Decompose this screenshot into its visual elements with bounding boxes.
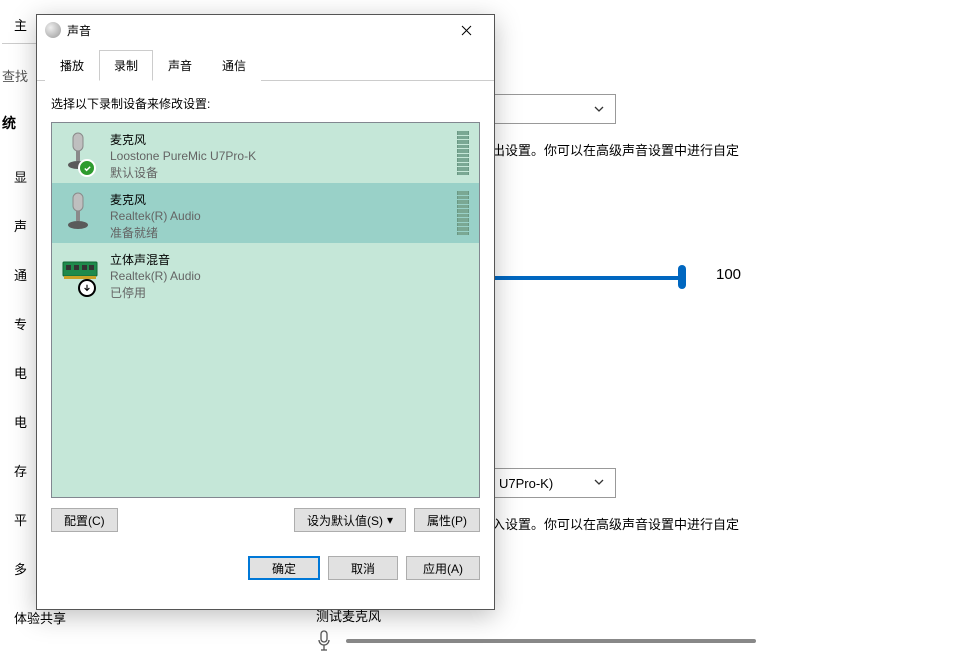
- sidebar-item[interactable]: 通: [0, 259, 36, 290]
- device-description: Loostone PureMic U7Pro-K: [110, 149, 451, 163]
- volume-value: 100: [716, 266, 741, 283]
- tab-recording[interactable]: 录制: [99, 50, 153, 81]
- apply-button[interactable]: 应用(A): [406, 556, 480, 580]
- device-status: 准备就绪: [110, 224, 451, 241]
- sidebar-item[interactable]: 多: [0, 553, 36, 584]
- close-icon: [461, 25, 472, 36]
- dialog-actions: 确定 取消 应用(A): [37, 544, 494, 580]
- device-actions-row: 配置(C) 设为默认值(S) ▾ 属性(P): [51, 508, 480, 532]
- disabled-badge-icon: [78, 279, 96, 297]
- device-name: 麦克风: [110, 191, 451, 208]
- device-item[interactable]: 麦克风 Realtek(R) Audio 准备就绪: [52, 183, 479, 243]
- sidebar-search-partial[interactable]: 查找: [0, 60, 36, 91]
- device-icon-wrap: [62, 251, 102, 295]
- device-list[interactable]: 麦克风 Loostone PureMic U7Pro-K 默认设备: [51, 122, 480, 498]
- dropdown-arrow-icon: ▾: [387, 513, 393, 527]
- dialog-title: 声音: [67, 22, 446, 39]
- device-text: 麦克风 Realtek(R) Audio 准备就绪: [110, 191, 451, 241]
- input-description-partial: 入设置。你可以在高级声音设置中进行自定: [492, 514, 739, 533]
- close-button[interactable]: [446, 16, 486, 44]
- set-default-button[interactable]: 设为默认值(S) ▾: [294, 508, 406, 532]
- microphone-icon: [62, 191, 94, 231]
- output-device-dropdown[interactable]: [492, 94, 616, 124]
- chevron-down-icon: [593, 476, 605, 488]
- pcb-icon: [62, 259, 98, 281]
- sidebar-item[interactable]: 体验共享: [0, 602, 36, 633]
- device-icon-wrap: [62, 131, 102, 175]
- ok-button[interactable]: 确定: [248, 556, 320, 580]
- input-device-dropdown[interactable]: U7Pro-K): [492, 468, 616, 498]
- tab-playback[interactable]: 播放: [45, 50, 99, 81]
- sidebar-item[interactable]: 电: [0, 357, 36, 388]
- sidebar-item[interactable]: 声: [0, 210, 36, 241]
- default-badge-icon: [78, 159, 96, 177]
- device-status: 已停用: [110, 284, 469, 301]
- settings-sidebar: 主 查找 统 显 声 通 专 电 电 存 平 多 体验共享: [0, 0, 36, 660]
- test-microphone-row: [316, 630, 756, 652]
- device-status: 默认设备: [110, 164, 451, 181]
- sidebar-item[interactable]: 存: [0, 455, 36, 486]
- sidebar-item-home[interactable]: 主: [0, 9, 36, 40]
- volume-slider-track[interactable]: [492, 276, 683, 280]
- microphone-level-bar: [346, 639, 756, 643]
- level-meter: [457, 191, 469, 235]
- device-description: Realtek(R) Audio: [110, 209, 451, 223]
- device-text: 立体声混音 Realtek(R) Audio 已停用: [110, 251, 469, 301]
- sidebar-heading-partial: 统: [0, 107, 36, 139]
- output-description-partial: 出设置。你可以在高级声音设置中进行自定: [492, 140, 739, 159]
- instruction-text: 选择以下录制设备来修改设置:: [51, 95, 480, 112]
- sound-icon: [45, 22, 61, 38]
- sound-dialog: 声音 播放 录制 声音 通信 选择以下录制设备来修改设置:: [36, 14, 495, 610]
- device-icon-wrap: [62, 191, 102, 235]
- dialog-titlebar[interactable]: 声音: [37, 15, 494, 45]
- sidebar-item[interactable]: 电: [0, 406, 36, 437]
- microphone-icon: [316, 630, 332, 652]
- tab-sounds[interactable]: 声音: [153, 50, 207, 81]
- device-name: 立体声混音: [110, 251, 469, 268]
- properties-button[interactable]: 属性(P): [414, 508, 480, 532]
- device-item[interactable]: 麦克风 Loostone PureMic U7Pro-K 默认设备: [52, 123, 479, 183]
- level-meter: [457, 131, 469, 175]
- device-text: 麦克风 Loostone PureMic U7Pro-K 默认设备: [110, 131, 451, 181]
- input-device-value-partial: U7Pro-K): [499, 476, 553, 491]
- set-default-label: 设为默认值(S): [307, 512, 383, 529]
- device-name: 麦克风: [110, 131, 451, 148]
- sidebar-item[interactable]: 平: [0, 504, 36, 535]
- volume-slider-thumb[interactable]: [678, 265, 686, 289]
- chevron-down-icon: [593, 103, 605, 115]
- dialog-tabs: 播放 录制 声音 通信: [37, 45, 494, 81]
- dialog-body: 选择以下录制设备来修改设置: 麦克风 Loostone PureMic: [37, 81, 494, 544]
- sidebar-item[interactable]: 显: [0, 161, 36, 192]
- configure-button[interactable]: 配置(C): [51, 508, 118, 532]
- cancel-button[interactable]: 取消: [328, 556, 398, 580]
- tab-communications[interactable]: 通信: [207, 50, 261, 81]
- device-item[interactable]: 立体声混音 Realtek(R) Audio 已停用: [52, 243, 479, 303]
- sidebar-item[interactable]: 专: [0, 308, 36, 339]
- device-description: Realtek(R) Audio: [110, 269, 469, 283]
